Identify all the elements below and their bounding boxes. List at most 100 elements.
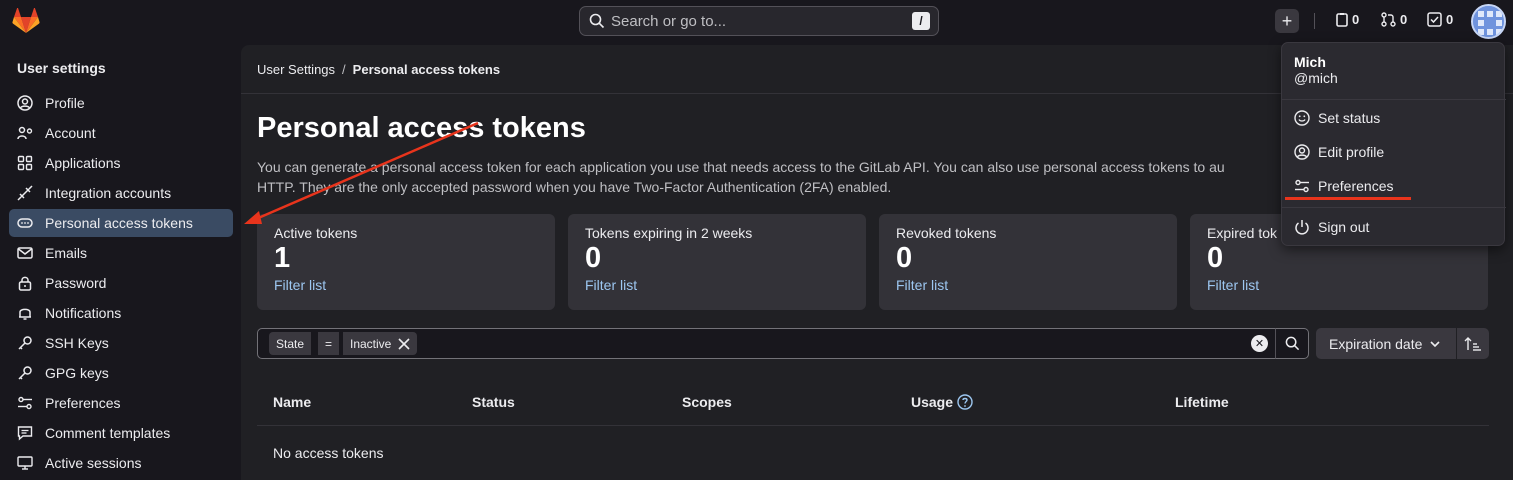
sidebar-item-label: Comment templates xyxy=(45,425,171,441)
settings-sidebar: User settings Profile Account Applicatio… xyxy=(0,42,241,480)
profile-icon xyxy=(1294,144,1310,160)
menu-item-edit-profile[interactable]: Edit profile xyxy=(1294,144,1384,160)
stat-value: 0 xyxy=(1207,242,1224,274)
preferences-icon xyxy=(18,396,32,410)
filter-list-link[interactable]: Filter list xyxy=(1207,277,1471,293)
sidebar-item-ssh-keys[interactable]: SSH Keys xyxy=(9,329,233,357)
sidebar-item-personal-access-tokens[interactable]: Personal access tokens xyxy=(9,209,233,237)
user-handle[interactable]: @mich xyxy=(1294,70,1338,86)
sidebar-item-account[interactable]: Account xyxy=(9,119,233,147)
key-icon xyxy=(18,366,32,380)
sidebar-title: User settings xyxy=(17,60,106,76)
search-input[interactable]: Search or go to... / xyxy=(579,6,939,36)
search-icon xyxy=(1285,336,1299,351)
power-icon xyxy=(1295,220,1309,235)
menu-item-label: Set status xyxy=(1318,110,1381,126)
filter-submit-button[interactable] xyxy=(1275,328,1309,359)
sidebar-item-label: Profile xyxy=(45,95,85,111)
column-header-status: Status xyxy=(472,394,515,410)
preferences-icon xyxy=(1295,179,1309,193)
sidebar-item-preferences[interactable]: Preferences xyxy=(9,389,233,417)
filter-token-operator[interactable]: = xyxy=(318,332,340,355)
page-title: Personal access tokens xyxy=(257,112,586,144)
sidebar-item-gpg-keys[interactable]: GPG keys xyxy=(9,359,233,387)
filter-token-value[interactable]: Inactive xyxy=(343,332,418,355)
issues-icon xyxy=(1336,12,1348,27)
merge-requests-count: 0 xyxy=(1400,12,1408,27)
clear-filter-icon[interactable]: ✕ xyxy=(1251,335,1268,352)
sidebar-item-emails[interactable]: Emails xyxy=(9,239,233,267)
issues-button[interactable]: 0 xyxy=(1336,12,1359,27)
stat-card-revoked-tokens: Revoked tokens 0 Filter list xyxy=(879,214,1177,310)
column-header-usage: Usage xyxy=(911,394,973,410)
filter-list-link[interactable]: Filter list xyxy=(585,277,849,293)
sidebar-item-label: SSH Keys xyxy=(45,335,109,351)
stat-label: Tokens expiring in 2 weeks xyxy=(585,225,753,241)
top-bar: Search or go to... / + 0 0 0 xyxy=(0,0,1513,42)
account-icon xyxy=(17,126,33,140)
todo-check-icon xyxy=(1427,12,1442,27)
sidebar-item-applications[interactable]: Applications xyxy=(9,149,233,177)
menu-item-preferences[interactable]: Preferences xyxy=(1294,178,1393,194)
bell-icon xyxy=(19,308,31,320)
user-avatar[interactable] xyxy=(1471,4,1506,39)
breadcrumb: User Settings / Personal access tokens xyxy=(257,62,500,77)
sidebar-item-label: Notifications xyxy=(45,305,122,321)
sidebar-item-password[interactable]: Password xyxy=(9,269,233,297)
sort-direction-button[interactable] xyxy=(1457,328,1489,359)
filter-list-link[interactable]: Filter list xyxy=(896,277,1160,293)
filter-token-value-label: Inactive xyxy=(350,336,392,351)
stat-value: 1 xyxy=(274,242,291,274)
menu-item-label: Edit profile xyxy=(1318,144,1385,160)
sidebar-item-label: Integration accounts xyxy=(45,185,172,201)
stat-label: Active tokens xyxy=(274,225,358,241)
comment-icon xyxy=(17,426,33,441)
sidebar-item-integration-accounts[interactable]: Integration accounts xyxy=(9,179,233,207)
sidebar-item-label: Active sessions xyxy=(45,455,142,471)
avatar-pattern-icon xyxy=(1473,6,1504,37)
menu-divider xyxy=(1282,207,1506,208)
plus-icon: + xyxy=(1281,10,1293,31)
menu-item-set-status[interactable]: Set status xyxy=(1294,110,1380,126)
sidebar-item-profile[interactable]: Profile xyxy=(9,89,233,117)
stat-label: Revoked tokens xyxy=(896,225,997,241)
stat-value: 0 xyxy=(585,242,602,274)
filter-list-link[interactable]: Filter list xyxy=(274,277,538,293)
issues-count: 0 xyxy=(1352,12,1360,27)
create-new-button[interactable]: + xyxy=(1275,9,1299,33)
menu-item-label: Sign out xyxy=(1318,219,1370,235)
menu-item-sign-out[interactable]: Sign out xyxy=(1294,219,1369,235)
breadcrumb-separator: / xyxy=(342,62,346,77)
filter-search-input[interactable]: State = Inactive xyxy=(257,328,1308,359)
sidebar-item-label: Applications xyxy=(45,155,121,171)
sidebar-item-label: Preferences xyxy=(45,395,121,411)
stat-card-expiring-tokens: Tokens expiring in 2 weeks 0 Filter list xyxy=(568,214,866,310)
merge-request-icon xyxy=(1381,12,1396,27)
mail-icon xyxy=(17,247,33,259)
user-display-name[interactable]: Mich xyxy=(1294,54,1326,70)
sidebar-item-comment-templates[interactable]: Comment templates xyxy=(9,419,233,447)
smiley-icon xyxy=(1294,110,1310,126)
column-header-name: Name xyxy=(273,394,312,410)
column-header-usage-label: Usage xyxy=(911,394,954,410)
sidebar-item-active-sessions[interactable]: Active sessions xyxy=(9,449,233,477)
sidebar-item-notifications[interactable]: Notifications xyxy=(9,299,233,327)
lock-icon xyxy=(18,276,32,291)
sidebar-item-label: Password xyxy=(45,275,107,291)
question-circle-icon[interactable] xyxy=(957,394,973,410)
todos-button[interactable]: 0 xyxy=(1427,12,1453,27)
monitor-icon xyxy=(17,456,33,470)
breadcrumb-parent-link[interactable]: User Settings xyxy=(257,62,335,77)
merge-requests-button[interactable]: 0 xyxy=(1381,12,1407,27)
filter-token-field[interactable]: State xyxy=(269,332,312,355)
close-icon[interactable] xyxy=(395,337,413,350)
sort-dropdown[interactable]: Expiration date xyxy=(1316,328,1456,359)
breadcrumb-current[interactable]: Personal access tokens xyxy=(353,62,500,77)
menu-divider xyxy=(1282,99,1506,100)
topbar-divider xyxy=(1314,13,1315,29)
sort-label: Expiration date xyxy=(1329,335,1423,352)
gitlab-logo-icon[interactable] xyxy=(12,8,40,34)
tokens-table-header: Name Status Scopes Usage Lifetime xyxy=(257,380,1489,426)
empty-state-text: No access tokens xyxy=(273,445,384,461)
profile-icon xyxy=(17,95,33,111)
